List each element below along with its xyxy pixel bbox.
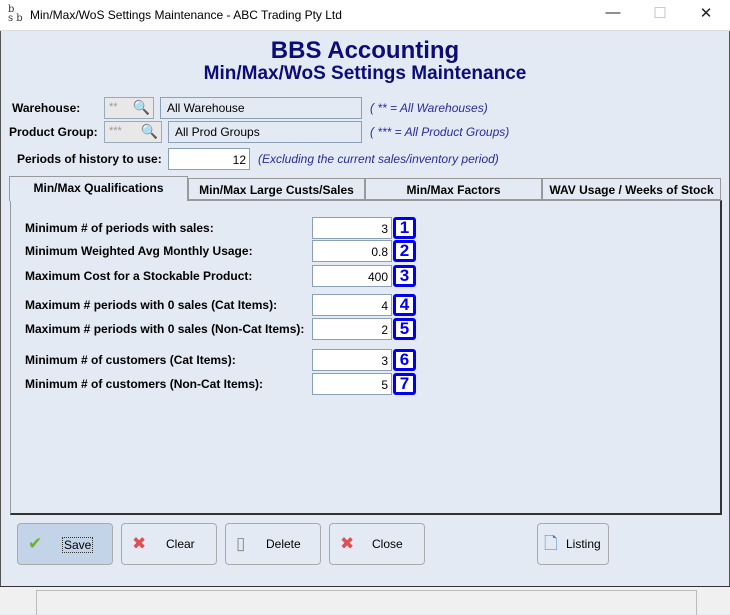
field-label: Minimum # of customers (Cat Items): [25, 353, 236, 367]
field-label: Minimum Weighted Avg Monthly Usage: [25, 244, 253, 258]
product-group-code-input[interactable]: *** 🔍 [104, 121, 162, 143]
status-panel [36, 590, 697, 615]
field-number-badge: 2 [393, 240, 416, 262]
periods-label: Periods of history to use: [17, 152, 162, 166]
field-input[interactable]: 3 [312, 217, 392, 239]
close-button[interactable]: ✖ Close [329, 523, 425, 565]
close-window-button[interactable]: ✕ [691, 4, 721, 22]
tab-min-max-factors[interactable]: Min/Max Factors [365, 178, 542, 200]
maximize-button[interactable]: ☐ [645, 4, 675, 22]
checkmark-icon: ✔ [28, 534, 43, 553]
x-icon: ✖ [132, 534, 147, 553]
document-icon: 🗋 [544, 534, 558, 553]
product-group-label: Product Group: [9, 125, 98, 139]
delete-button[interactable]: ▯ Delete [225, 523, 321, 565]
field-input[interactable]: 400 [312, 265, 392, 287]
periods-input[interactable]: 12 [168, 148, 250, 170]
window-title: Min/Max/WoS Settings Maintenance - ABC T… [30, 8, 342, 22]
field-number-badge: 1 [393, 217, 416, 239]
tab-min-max-qualifications[interactable]: Min/Max Qualifications [9, 176, 188, 201]
field-number-badge: 3 [393, 265, 416, 287]
field-input[interactable]: 3 [312, 349, 392, 371]
tab-min-max-large-custs-sales[interactable]: Min/Max Large Custs/Sales [188, 178, 365, 200]
search-icon[interactable]: 🔍 [141, 123, 158, 140]
tab-wav-usage-weeks-of-stock[interactable]: WAV Usage / Weeks of Stock [542, 178, 721, 200]
field-input[interactable]: 4 [312, 294, 392, 316]
periods-note: (Excluding the current sales/inventory p… [258, 152, 499, 166]
field-number-badge: 6 [393, 349, 416, 371]
field-input[interactable]: 0.8 [312, 240, 392, 262]
field-label: Maximum # periods with 0 sales (Cat Item… [25, 298, 278, 312]
field-label: Minimum # of periods with sales: [25, 221, 214, 235]
trash-icon: ▯ [236, 534, 246, 553]
app-logo-icon: bs b [8, 4, 23, 24]
listing-button[interactable]: 🗋 Listing [537, 523, 609, 565]
field-number-badge: 7 [393, 373, 416, 395]
field-number-badge: 5 [393, 318, 416, 340]
field-input[interactable]: 2 [312, 318, 392, 340]
warehouse-description: All Warehouse [160, 97, 362, 119]
product-group-note: ( *** = All Product Groups) [370, 125, 510, 139]
field-number-badge: 4 [393, 294, 416, 316]
warehouse-label: Warehouse: [12, 101, 81, 115]
title-bar: bs b Min/Max/WoS Settings Maintenance - … [0, 0, 730, 31]
save-button[interactable]: ✔ Save [17, 523, 113, 565]
search-icon[interactable]: 🔍 [133, 99, 150, 116]
field-label: Maximum Cost for a Stockable Product: [25, 269, 253, 283]
app-title: BBS Accounting [270, 37, 460, 64]
status-bar [0, 586, 730, 615]
product-group-description: All Prod Groups [168, 121, 362, 143]
page-title: Min/Max/WoS Settings Maintenance [203, 63, 527, 84]
field-label: Minimum # of customers (Non-Cat Items): [25, 377, 264, 391]
clear-button[interactable]: ✖ Clear [121, 523, 217, 565]
field-label: Maximum # periods with 0 sales (Non-Cat … [25, 322, 305, 336]
warehouse-code-input[interactable]: ** 🔍 [104, 97, 154, 119]
x-icon: ✖ [340, 534, 355, 553]
minimize-button[interactable]: — [598, 4, 628, 21]
field-input[interactable]: 5 [312, 373, 392, 395]
warehouse-note: ( ** = All Warehouses) [370, 101, 488, 115]
